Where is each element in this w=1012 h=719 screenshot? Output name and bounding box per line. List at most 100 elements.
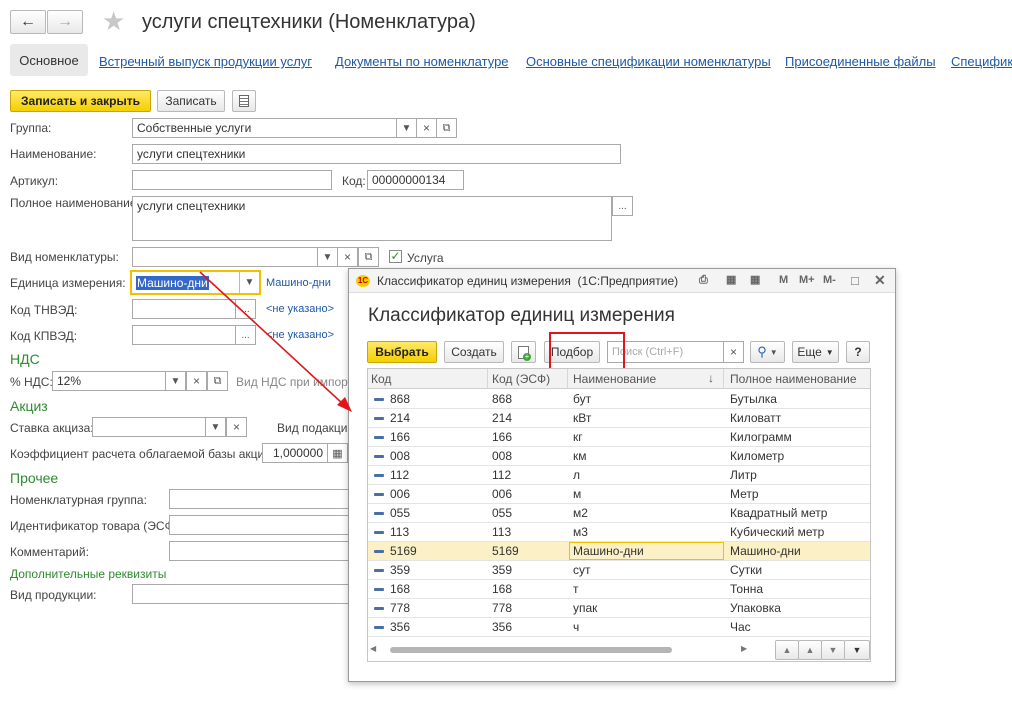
excise-rate-field[interactable] [92,417,206,437]
table-row[interactable]: 356 356 ч Час [368,618,870,637]
group-open-button[interactable]: ⧉ [436,118,457,138]
fullname-more-button[interactable]: ... [612,196,633,216]
prodkind-field[interactable] [132,584,349,604]
excise-dropdown-button[interactable]: ▼ [205,417,226,437]
close-icon[interactable]: ✕ [874,272,886,289]
tab-documents[interactable]: Документы по номенклатуре [335,54,509,69]
cell-esf-code: 006 [492,487,513,501]
table-row[interactable]: 166 166 кг Килограмм [368,428,870,447]
goodsid-field[interactable] [169,515,349,535]
print-icon[interactable]: ⎙ [699,274,708,287]
cell-fullname: Бутылка [730,392,777,406]
table-row[interactable]: 008 008 км Километр [368,447,870,466]
column-name[interactable]: Наименование [573,372,656,386]
memory-m-icon[interactable]: M [779,274,788,286]
table-row[interactable]: 006 006 м Метр [368,485,870,504]
unit-link[interactable]: Машино-дни [266,277,331,289]
pick-highlight-frame [549,332,625,370]
save-button[interactable]: Записать [157,90,225,112]
maximize-icon[interactable]: □ [851,273,859,288]
tab-specifications[interactable]: Основные спецификации номенклатуры [526,54,771,69]
additional-requisites-link[interactable]: Дополнительные реквизиты [10,567,166,581]
table-row[interactable]: 5169 5169 Машино-дни Машино-дни [368,542,870,561]
kind-clear-button[interactable]: × [337,247,358,267]
kind-open-button[interactable]: ⧉ [358,247,379,267]
kind-dropdown-button[interactable]: ▼ [317,247,338,267]
memory-minus-icon[interactable]: M- [823,274,836,286]
table-row[interactable]: 168 168 т Тонна [368,580,870,599]
scroll-left-icon[interactable]: ◀ [370,644,376,653]
scroll-right-icon[interactable]: ▶ [741,644,747,653]
scroll-thumb[interactable] [390,647,672,653]
table-row[interactable]: 113 113 м3 Кубический метр [368,523,870,542]
vat-dropdown-button[interactable]: ▼ [165,371,186,391]
help-button[interactable]: ? [846,341,870,363]
table-row[interactable]: 214 214 кВт Киловатт [368,409,870,428]
fullname-field[interactable]: услуги спецтехники [132,196,612,241]
row-item-icon [374,417,384,420]
save-close-button[interactable]: Записать и закрыть [10,90,151,112]
create-copy-icon[interactable]: + [511,341,536,363]
horizontal-scrollbar[interactable]: ◀ ▶ [368,644,753,655]
table-row[interactable]: 112 112 л Литр [368,466,870,485]
kpved-field[interactable] [132,325,236,345]
sort-arrow-icon: ↓ [708,371,714,385]
table-row[interactable]: 055 055 м2 Квадратный метр [368,504,870,523]
name-field[interactable]: услуги спецтехники [132,144,621,164]
kpved-more-button[interactable]: ... [235,325,256,345]
cell-esf-code: 112 [492,468,512,482]
tnved-field[interactable] [132,299,236,319]
report-icon[interactable] [232,90,256,112]
tab-attached-files[interactable]: Присоединенные файлы [785,54,936,69]
code-field[interactable]: 00000000134 [367,170,464,190]
memory-plus-icon[interactable]: M+ [799,274,815,286]
tab-counter-output[interactable]: Встречный выпуск продукции услуг [99,54,312,69]
table-icon[interactable]: ▦ [726,273,736,286]
cell-esf-code: 168 [492,582,513,596]
cell-esf-code: 055 [492,506,513,520]
excise-clear-button[interactable]: × [226,417,247,437]
tab-specifica[interactable]: Специфика [951,54,1012,69]
search-clear-button[interactable]: × [723,341,744,363]
scroll-top-icon[interactable]: ▲ [775,640,799,660]
comment-field[interactable] [169,541,349,561]
search-icon[interactable]: ⚲ ▼ [750,341,785,363]
scroll-bottom-icon[interactable]: ▼ [844,640,870,660]
kind-field[interactable] [132,247,318,267]
column-esf-code[interactable]: Код (ЭСФ) [492,372,550,386]
tab-main[interactable]: Основное [10,44,88,76]
group-dropdown-button[interactable]: ▼ [396,118,417,138]
excise-section-title: Акциз [10,398,48,414]
vat-open-button[interactable]: ⧉ [207,371,228,391]
group-clear-button[interactable]: × [416,118,437,138]
tnved-more-button[interactable]: ... [235,299,256,319]
calculator-icon[interactable]: ▦ [327,443,348,463]
forward-button[interactable]: → [47,10,83,34]
service-checkbox[interactable]: ✓ [389,250,402,263]
column-code[interactable]: Код [371,372,391,386]
back-button[interactable]: ← [10,10,46,34]
row-item-icon [374,493,384,496]
vat-field[interactable]: 12% [52,371,166,391]
scroll-down-icon[interactable]: ▼ [821,640,845,660]
unit-field[interactable]: Машино-дни ▼ [130,270,261,295]
select-button[interactable]: Выбрать [367,341,437,363]
unit-dropdown-button[interactable]: ▼ [239,272,259,293]
table-row[interactable]: 778 778 упак Упаковка [368,599,870,618]
vat-clear-button[interactable]: × [186,371,207,391]
scroll-up-icon[interactable]: ▲ [798,640,822,660]
more-button[interactable]: Еще ▼ [792,341,839,363]
coef-field[interactable]: 1,000000 [262,443,328,463]
article-field[interactable] [132,170,332,190]
create-button[interactable]: Создать [444,341,504,363]
table-row[interactable]: 868 868 бут Бутылка [368,390,870,409]
group-field[interactable]: Собственные услуги [132,118,397,138]
table-row[interactable]: 359 359 сут Сутки [368,561,870,580]
tnved-link[interactable]: <не указано> [266,303,334,315]
group-label: Группа: [10,121,52,135]
calendar-icon[interactable]: ▦ [750,273,760,286]
favorite-star-icon[interactable]: ★ [102,6,125,37]
kpved-link[interactable]: <не указано> [266,329,334,341]
nomgroup-field[interactable] [169,489,349,509]
column-fullname[interactable]: Полное наименование [730,372,857,386]
